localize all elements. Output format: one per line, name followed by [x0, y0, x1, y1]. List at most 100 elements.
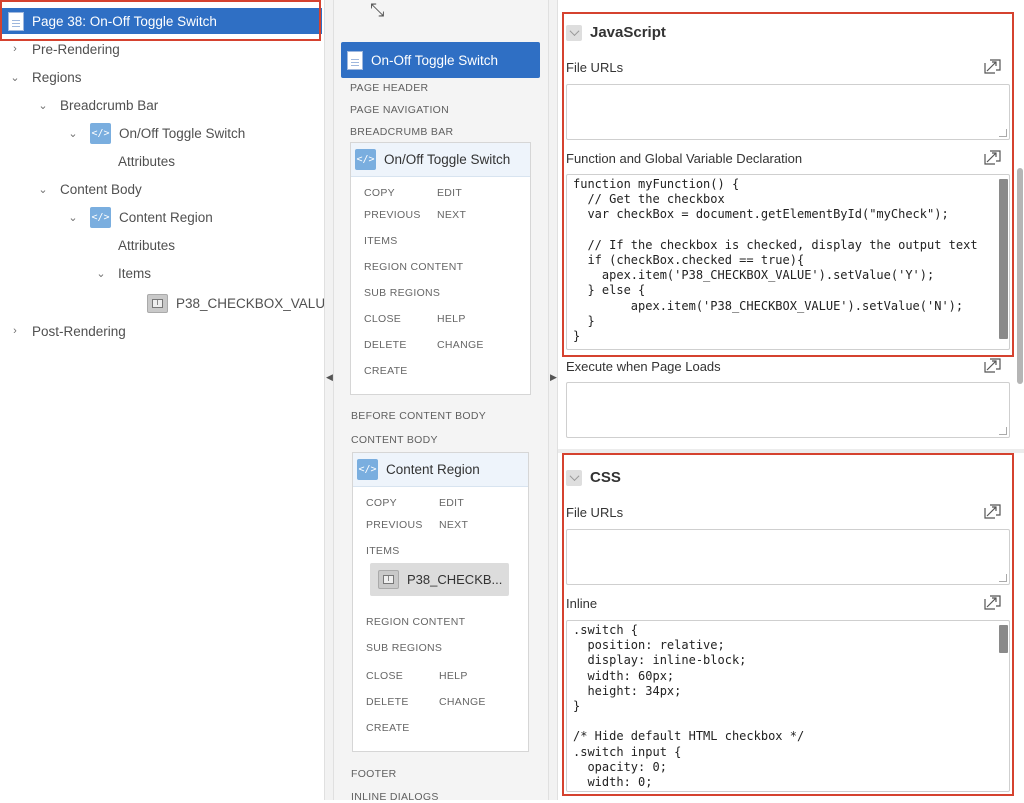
region-title-bar[interactable]: </> Content Region: [353, 453, 528, 487]
chevron-down-icon[interactable]: ⌄: [36, 183, 50, 196]
tree-item-breadcrumb-bar[interactable]: ⌄ Breadcrumb Bar: [36, 91, 158, 119]
css-inline-code[interactable]: .switch { position: relative; display: i…: [567, 621, 1009, 791]
position-sub-regions[interactable]: SUB REGIONS: [366, 642, 442, 654]
position-change[interactable]: CHANGE: [439, 696, 486, 708]
tree-item-content-region[interactable]: ⌄ </> Content Region: [66, 203, 213, 231]
position-sub-regions[interactable]: SUB REGIONS: [364, 287, 440, 299]
layout-item-checkbox[interactable]: I P38_CHECKB...: [370, 563, 509, 596]
js-function-editor[interactable]: function myFunction() { // Get the check…: [566, 174, 1010, 350]
collapse-toggle-icon[interactable]: [566, 469, 582, 486]
css-inline-editor[interactable]: .switch { position: relative; display: i…: [566, 620, 1010, 792]
page-icon: [8, 11, 24, 31]
position-edit[interactable]: EDIT: [439, 497, 464, 509]
code-region-icon: </>: [355, 149, 376, 170]
expand-icon[interactable]: ⤡: [370, 0, 384, 21]
position-change[interactable]: CHANGE: [437, 339, 484, 351]
chevron-down-icon[interactable]: ⌄: [66, 211, 80, 224]
tree-item-attributes[interactable]: Attributes: [118, 231, 175, 259]
tree-item-label: Post-Rendering: [32, 323, 126, 339]
resize-grip-icon[interactable]: [999, 574, 1007, 582]
region-title: Content Region: [386, 462, 480, 477]
code-region-icon: </>: [90, 206, 111, 228]
expand-editor-icon[interactable]: [984, 150, 1001, 165]
layout-section-page-navigation[interactable]: PAGE NAVIGATION: [350, 104, 449, 116]
layout-section-inline-dialogs[interactable]: INLINE DIALOGS: [351, 791, 439, 803]
position-delete[interactable]: DELETE: [366, 696, 409, 708]
tree-item-pre-rendering[interactable]: › Pre-Rendering: [8, 35, 120, 63]
chevron-right-icon[interactable]: ›: [8, 325, 22, 337]
position-create[interactable]: CREATE: [364, 365, 408, 377]
js-function-code[interactable]: function myFunction() { // Get the check…: [567, 175, 1009, 346]
tree-item-page-38[interactable]: Page 38: On-Off Toggle Switch: [0, 8, 322, 34]
chevron-right-icon[interactable]: ›: [8, 43, 22, 55]
js-execute-textarea[interactable]: [566, 382, 1010, 438]
layout-page-header[interactable]: On-Off Toggle Switch: [341, 42, 540, 78]
layout-section-breadcrumb-bar[interactable]: BREADCRUMB BAR: [350, 126, 453, 138]
layout-section-page-header[interactable]: PAGE HEADER: [350, 82, 428, 94]
layout-section-before-content-body[interactable]: BEFORE CONTENT BODY: [351, 410, 486, 422]
right-splitter[interactable]: ▶: [548, 0, 558, 800]
position-create[interactable]: CREATE: [366, 722, 410, 734]
expand-editor-icon[interactable]: [984, 504, 1001, 519]
layout-section-content-body[interactable]: CONTENT BODY: [351, 434, 438, 446]
tree-item-checkbox-value[interactable]: I P38_CHECKBOX_VALUE: [147, 289, 334, 317]
tree-item-post-rendering[interactable]: › Post-Rendering: [8, 317, 126, 345]
tree-item-items[interactable]: ⌄ Items: [94, 259, 151, 287]
tree-item-label: Attributes: [118, 237, 176, 253]
tree-item-content-body[interactable]: ⌄ Content Body: [36, 175, 142, 203]
expand-editor-icon[interactable]: [984, 358, 1001, 373]
position-items[interactable]: ITEMS: [366, 545, 400, 557]
position-help[interactable]: HELP: [439, 670, 468, 682]
region-title-bar[interactable]: </> On/Off Toggle Switch: [351, 143, 530, 177]
position-previous[interactable]: PREVIOUS: [366, 519, 423, 531]
position-copy[interactable]: COPY: [364, 187, 395, 199]
tree-item-label: Pre-Rendering: [32, 41, 120, 57]
chevron-down-icon[interactable]: ⌄: [36, 99, 50, 112]
code-region-icon: </>: [90, 122, 111, 144]
tree-item-label: Regions: [32, 69, 82, 85]
expand-editor-icon[interactable]: [984, 59, 1001, 74]
group-css-header[interactable]: CSS: [566, 469, 621, 486]
js-function-label: Function and Global Variable Declaration: [566, 151, 803, 166]
tree-item-label: Page 38: On-Off Toggle Switch: [32, 13, 217, 29]
tree-item-onoff-region[interactable]: ⌄ </> On/Off Toggle Switch: [66, 119, 245, 147]
position-edit[interactable]: EDIT: [437, 187, 462, 199]
chevron-down-icon[interactable]: ⌄: [66, 127, 80, 140]
left-splitter[interactable]: ◀: [324, 0, 334, 800]
tree-item-label: Content Body: [60, 181, 142, 197]
group-javascript-header[interactable]: JavaScript: [566, 24, 666, 41]
chevron-down-icon[interactable]: ⌄: [8, 71, 22, 84]
position-next[interactable]: NEXT: [439, 519, 468, 531]
position-region-content[interactable]: REGION CONTENT: [366, 616, 465, 628]
position-close[interactable]: CLOSE: [366, 670, 403, 682]
collapse-right-icon[interactable]: ▶: [550, 372, 557, 383]
tree-item-attributes[interactable]: Attributes: [118, 147, 175, 175]
resize-grip-icon[interactable]: [999, 129, 1007, 137]
tree-item-label: Items: [118, 265, 152, 281]
css-file-urls-textarea[interactable]: [566, 529, 1010, 585]
position-region-content[interactable]: REGION CONTENT: [364, 261, 463, 273]
editor-scrollbar[interactable]: [999, 625, 1008, 653]
collapse-toggle-icon[interactable]: [566, 24, 582, 41]
layout-page-title: On-Off Toggle Switch: [371, 52, 499, 68]
tree-item-regions[interactable]: ⌄ Regions: [8, 63, 82, 91]
position-next[interactable]: NEXT: [437, 209, 466, 221]
rendering-tree: Page 38: On-Off Toggle Switch › Pre-Rend…: [0, 0, 334, 800]
tree-item-label: P38_CHECKBOX_VALUE: [176, 295, 335, 311]
position-delete[interactable]: DELETE: [364, 339, 407, 351]
editor-scrollbar[interactable]: [999, 179, 1008, 339]
position-help[interactable]: HELP: [437, 313, 466, 325]
tree-item-label: Breadcrumb Bar: [60, 97, 159, 113]
chevron-down-icon[interactable]: ⌄: [94, 267, 108, 280]
resize-grip-icon[interactable]: [999, 427, 1007, 435]
js-file-urls-textarea[interactable]: [566, 84, 1010, 140]
tree-item-label: Attributes: [118, 153, 176, 169]
collapse-left-icon[interactable]: ◀: [326, 372, 333, 383]
position-copy[interactable]: COPY: [366, 497, 397, 509]
panel-scrollbar[interactable]: [1017, 168, 1023, 384]
position-items[interactable]: ITEMS: [364, 235, 398, 247]
position-close[interactable]: CLOSE: [364, 313, 401, 325]
expand-editor-icon[interactable]: [984, 595, 1001, 610]
layout-section-footer[interactable]: FOOTER: [351, 768, 397, 780]
position-previous[interactable]: PREVIOUS: [364, 209, 421, 221]
